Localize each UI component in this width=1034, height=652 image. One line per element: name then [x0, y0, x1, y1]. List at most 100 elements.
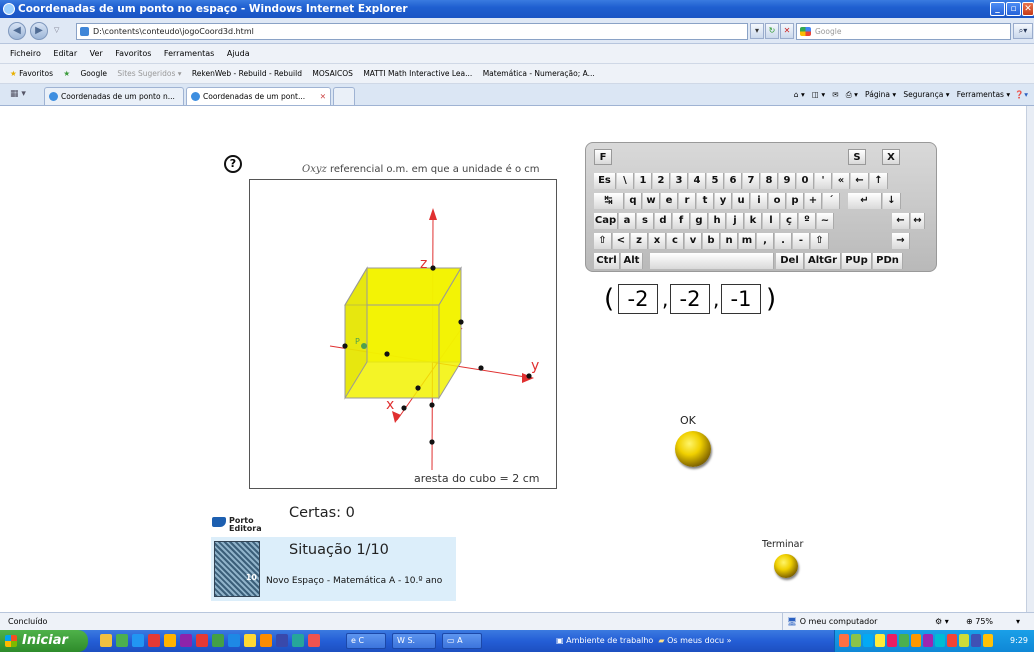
keyboard-f-button[interactable]: F	[594, 149, 612, 165]
key-1-4[interactable]: r	[679, 193, 696, 209]
key-4-2[interactable]: Del	[776, 253, 804, 269]
keyboard-close-button[interactable]: X	[882, 149, 900, 165]
new-tab-button[interactable]	[333, 87, 355, 105]
menu-item-ver[interactable]: Ver	[90, 49, 103, 58]
maximize-button[interactable]: ▫	[1006, 2, 1021, 16]
key-3-12[interactable]: ⇧	[811, 233, 829, 249]
tray-icon-7[interactable]	[923, 634, 933, 647]
favorite-link-sites-sugeridos[interactable]: Sites Sugeridos ▾	[117, 69, 181, 78]
help-menu-icon[interactable]: ❓▾	[1015, 90, 1028, 99]
key-0-10[interactable]: 9	[779, 173, 796, 189]
key-1-14[interactable]: ↓	[883, 193, 901, 209]
key-2-14[interactable]: ↔	[911, 213, 925, 229]
tray-icon-0[interactable]	[839, 634, 849, 647]
key-0-13[interactable]: «	[833, 173, 850, 189]
home-icon[interactable]: ⌂ ▾	[794, 90, 805, 99]
key-4-5[interactable]: PDn	[873, 253, 903, 269]
key-3-6[interactable]: b	[703, 233, 720, 249]
tray-icon-3[interactable]	[875, 634, 885, 647]
key-4-3[interactable]: AltGr	[805, 253, 841, 269]
tray-icon-6[interactable]	[911, 634, 921, 647]
close-button[interactable]: ✕	[1022, 2, 1034, 16]
quick-launch-icon-10[interactable]	[260, 634, 272, 647]
key-2-9[interactable]: l	[763, 213, 780, 229]
key-0-5[interactable]: 4	[689, 173, 706, 189]
key-2-1[interactable]: a	[619, 213, 636, 229]
search-button[interactable]: ⌕▾	[1013, 23, 1033, 39]
key-2-3[interactable]: d	[655, 213, 672, 229]
tab-coordenadas-1[interactable]: Coordenadas de um ponto n...	[44, 87, 184, 105]
key-1-7[interactable]: u	[733, 193, 750, 209]
taskbar-item-ie[interactable]: e C	[346, 633, 386, 649]
favorite-link-matematica[interactable]: Matemática - Numeração; A...	[483, 69, 595, 78]
mail-icon[interactable]: ✉	[832, 90, 838, 99]
key-2-5[interactable]: g	[691, 213, 708, 229]
key-0-2[interactable]: 1	[635, 173, 652, 189]
menu-item-ficheiro[interactable]: Ficheiro	[10, 49, 41, 58]
tray-icon-4[interactable]	[887, 634, 897, 647]
key-2-7[interactable]: j	[727, 213, 744, 229]
quick-launch-icon-8[interactable]	[228, 634, 240, 647]
address-dropdown-button[interactable]: ▾	[750, 23, 764, 39]
protected-mode-icon[interactable]: ⚙ ▾	[935, 613, 949, 630]
add-favorite-icon[interactable]: ★	[63, 69, 70, 78]
key-1-13[interactable]: ↵	[848, 193, 882, 209]
key-2-6[interactable]: h	[709, 213, 726, 229]
help-icon[interactable]: ?	[224, 155, 242, 173]
quick-launch-icon-1[interactable]	[116, 634, 128, 647]
key-0-3[interactable]: 2	[653, 173, 670, 189]
print-icon[interactable]: ⎙ ▾	[846, 90, 858, 99]
key-4-1[interactable]: Alt	[621, 253, 643, 269]
quick-launch-icon-3[interactable]	[148, 634, 160, 647]
key-0-0[interactable]: Es	[594, 173, 616, 189]
key-2-13[interactable]: ←	[892, 213, 910, 229]
favorites-button[interactable]: ★ Favoritos	[10, 69, 53, 78]
quick-launch-icon-0[interactable]	[100, 634, 112, 647]
key-1-3[interactable]: e	[661, 193, 678, 209]
key-2-8[interactable]: k	[745, 213, 762, 229]
key-3-0[interactable]: ⇧	[594, 233, 612, 249]
key-1-8[interactable]: i	[751, 193, 768, 209]
tab-coordenadas-2[interactable]: Coordenadas de um pont... ✕	[186, 87, 331, 105]
menu-pagina[interactable]: Página ▾	[865, 90, 896, 99]
desktop-toolbar[interactable]: ▣ Ambiente de trabalho ▰ Os meus docu »	[556, 630, 732, 652]
favorite-link-rekenweb[interactable]: RekenWeb - Rebuild - Rebuild	[192, 69, 302, 78]
favorite-link-google[interactable]: Google	[81, 69, 107, 78]
zoom-dropdown-icon[interactable]: ▾	[1016, 613, 1020, 630]
forward-button[interactable]: ▶	[30, 22, 48, 40]
quick-tabs-icon[interactable]: ▦ ▾	[10, 89, 26, 99]
quick-launch-icon-9[interactable]	[244, 634, 256, 647]
taskbar-item-app[interactable]: ▭ A	[442, 633, 482, 649]
ok-button[interactable]	[675, 431, 711, 467]
stop-button[interactable]: ✕	[780, 23, 794, 39]
quick-launch-icon-13[interactable]	[308, 634, 320, 647]
key-2-12[interactable]: ~	[817, 213, 834, 229]
tray-icon-9[interactable]	[947, 634, 957, 647]
key-3-9[interactable]: ,	[757, 233, 774, 249]
key-2-11[interactable]: º	[799, 213, 816, 229]
key-3-2[interactable]: z	[631, 233, 648, 249]
key-3-1[interactable]: <	[613, 233, 630, 249]
key-1-10[interactable]: p	[787, 193, 804, 209]
key-space[interactable]	[650, 253, 774, 269]
taskbar-item-word[interactable]: W S.	[392, 633, 436, 649]
address-input[interactable]: D:\contents\conteudo\jogoCoord3d.html	[76, 23, 748, 40]
key-0-9[interactable]: 8	[761, 173, 778, 189]
key-1-11[interactable]: +	[805, 193, 822, 209]
vertical-scrollbar[interactable]	[1026, 106, 1034, 612]
key-3-8[interactable]: m	[739, 233, 756, 249]
tray-icon-2[interactable]	[863, 634, 873, 647]
tab-close-icon[interactable]: ✕	[320, 88, 326, 105]
key-1-6[interactable]: y	[715, 193, 732, 209]
keyboard-s-button[interactable]: S	[848, 149, 866, 165]
key-3-4[interactable]: c	[667, 233, 684, 249]
key-0-15[interactable]: ↑	[870, 173, 888, 189]
key-1-5[interactable]: t	[697, 193, 714, 209]
key-1-9[interactable]: o	[769, 193, 786, 209]
favorite-link-mosaicos[interactable]: MOSAICOS	[312, 69, 353, 78]
x-coordinate-field[interactable]: -2	[618, 284, 658, 314]
quick-launch-icon-11[interactable]	[276, 634, 288, 647]
quick-launch-icon-12[interactable]	[292, 634, 304, 647]
key-4-4[interactable]: PUp	[842, 253, 872, 269]
key-0-11[interactable]: 0	[797, 173, 814, 189]
